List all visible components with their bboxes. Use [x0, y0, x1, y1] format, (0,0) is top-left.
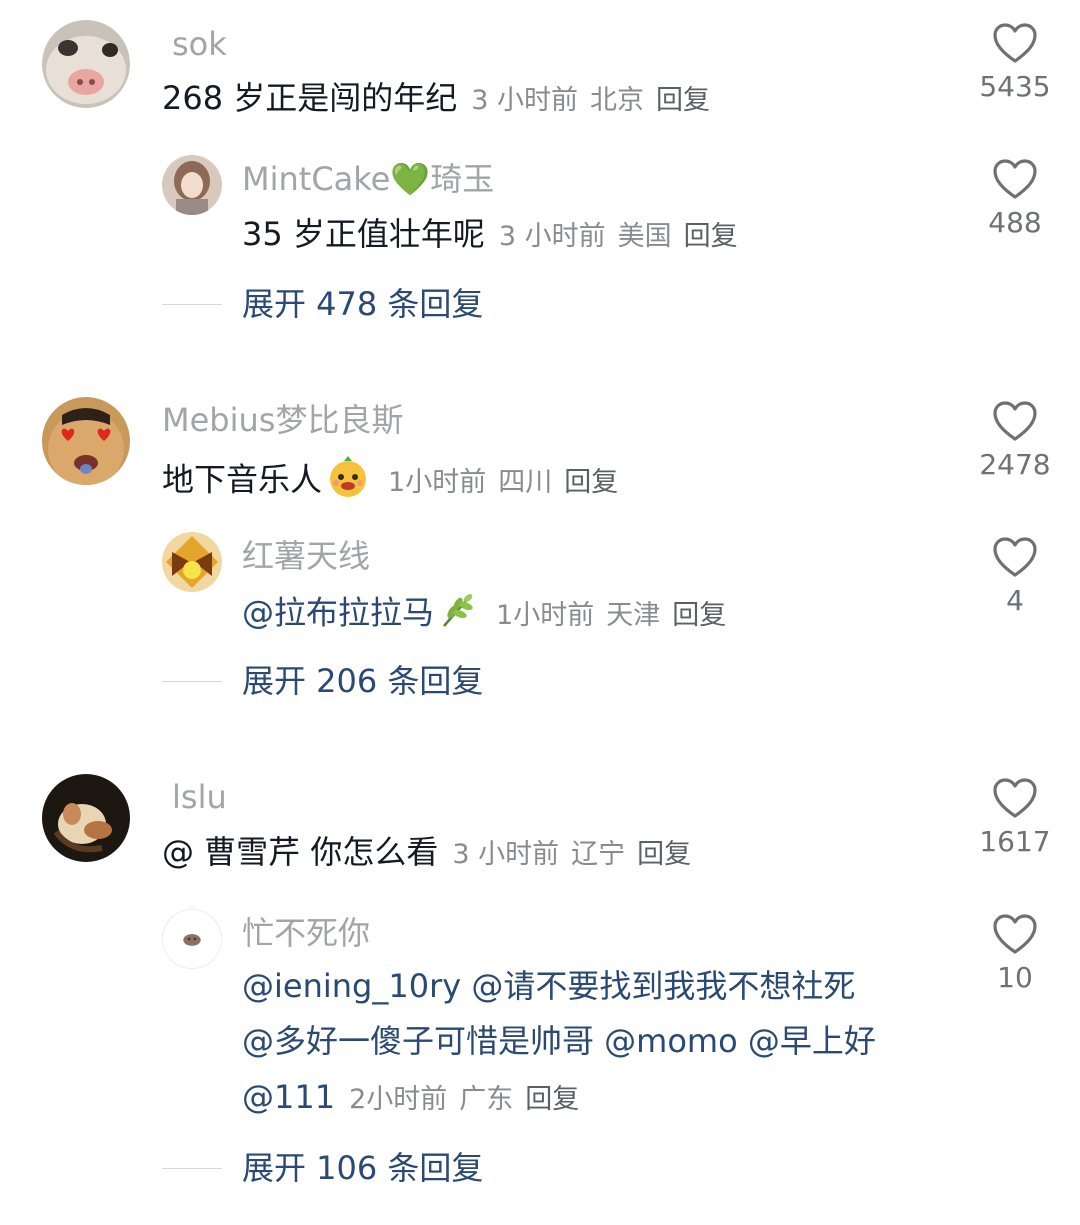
reply-text: @拉布拉拉马 1小时前 天津 回复 [242, 590, 738, 639]
reply-button[interactable]: 回复 [525, 1084, 579, 1115]
expand-replies-button[interactable]: 展开 206 条回复 [242, 661, 483, 701]
reply-button[interactable]: 回复 [672, 600, 726, 631]
comment-body: 地下音乐人 [162, 460, 323, 499]
expand-replies-button[interactable]: 展开 106 条回复 [242, 1148, 483, 1188]
reply-button[interactable]: 回复 [656, 85, 710, 116]
like-button[interactable]: 10 [970, 913, 1060, 995]
reply-time: 1小时前 [496, 599, 595, 631]
heart-outline-icon [993, 914, 1037, 954]
comment-text: @ 曹雪芹 你怎么看 3 小时前 辽宁 回复 [162, 832, 703, 875]
divider [162, 681, 222, 682]
reply-button[interactable]: 回复 [637, 839, 691, 870]
comment-text: 地下音乐人 1小时前 四川 回复 [162, 455, 630, 508]
heart-outline-icon [993, 159, 1037, 199]
heart-outline-icon [993, 778, 1037, 818]
avatar[interactable] [42, 20, 130, 108]
divider [162, 1168, 222, 1169]
like-count: 4 [1006, 584, 1024, 617]
avatar[interactable] [162, 532, 222, 592]
like-count: 488 [988, 206, 1042, 239]
reply-body: 35 岁正值壮年呢 [242, 215, 485, 253]
comment-username[interactable]: lslu [172, 777, 227, 817]
reply-text: @111 2小时前 广东 回复 [242, 1077, 591, 1120]
mention-link[interactable]: @111 [242, 1078, 335, 1116]
like-button[interactable]: 4 [970, 536, 1060, 618]
comment-text: 268 岁正是闯的年纪 3 小时前 北京 回复 [162, 78, 722, 121]
reply-button[interactable]: 回复 [684, 221, 738, 252]
avatar[interactable] [42, 397, 130, 485]
divider [162, 304, 222, 305]
mention-link[interactable]: @拉布拉拉马 [242, 594, 434, 632]
avatar[interactable] [162, 909, 222, 969]
smiley-emoji-icon [326, 455, 370, 508]
reply-location: 美国 [617, 221, 672, 252]
like-button[interactable]: 2478 [970, 400, 1060, 482]
reply-text-line[interactable]: @多好一傻子可惜是帅哥 @momo @早上好 [242, 1021, 876, 1061]
reply-text-line[interactable]: @iening_10ry @请不要找到我我不想社死 [242, 966, 855, 1006]
green-heart-icon: 💚 [390, 160, 431, 198]
reply-text: 35 岁正值壮年呢 3 小时前 美国 回复 [242, 214, 750, 257]
comment-location: 辽宁 [571, 839, 626, 870]
avatar[interactable] [162, 155, 222, 215]
heart-outline-icon [993, 23, 1037, 63]
comment-location: 四川 [498, 466, 553, 498]
reply-time: 2小时前 [349, 1084, 448, 1115]
like-button[interactable]: 488 [970, 158, 1060, 240]
reply-username-suffix: 琦玉 [430, 160, 495, 198]
like-count: 1617 [979, 825, 1051, 858]
reply-username-text: MintCake [242, 160, 391, 198]
comment-location: 北京 [590, 85, 645, 116]
reply-location: 天津 [606, 599, 661, 631]
reply-time: 3 小时前 [498, 221, 606, 252]
comment-username[interactable]: Mebius梦比良斯 [162, 400, 403, 440]
avatar[interactable] [42, 774, 130, 862]
expand-replies-button[interactable]: 展开 478 条回复 [242, 284, 483, 324]
reply-username[interactable]: 忙不死你 [242, 913, 370, 953]
like-button[interactable]: 5435 [970, 22, 1060, 104]
reply-button[interactable]: 回复 [564, 467, 618, 498]
comment-username[interactable]: sok [172, 24, 227, 64]
comment-time: 1小时前 [388, 466, 487, 498]
like-count: 2478 [979, 448, 1051, 481]
comment-time: 3 小时前 [452, 839, 560, 870]
herb-emoji-icon [438, 590, 478, 639]
comment-body: @ 曹雪芹 你怎么看 [162, 833, 439, 871]
reply-username[interactable]: 红薯天线 [242, 536, 370, 576]
comment-body: 268 岁正是闯的年纪 [162, 79, 458, 117]
reply-location: 广东 [459, 1084, 514, 1115]
heart-outline-icon [993, 537, 1037, 577]
reply-username[interactable]: MintCake💚琦玉 [242, 159, 494, 199]
like-count: 5435 [979, 70, 1051, 103]
heart-outline-icon [993, 401, 1037, 441]
like-button[interactable]: 1617 [970, 777, 1060, 859]
comment-time: 3 小时前 [471, 85, 579, 116]
like-count: 10 [997, 961, 1033, 994]
